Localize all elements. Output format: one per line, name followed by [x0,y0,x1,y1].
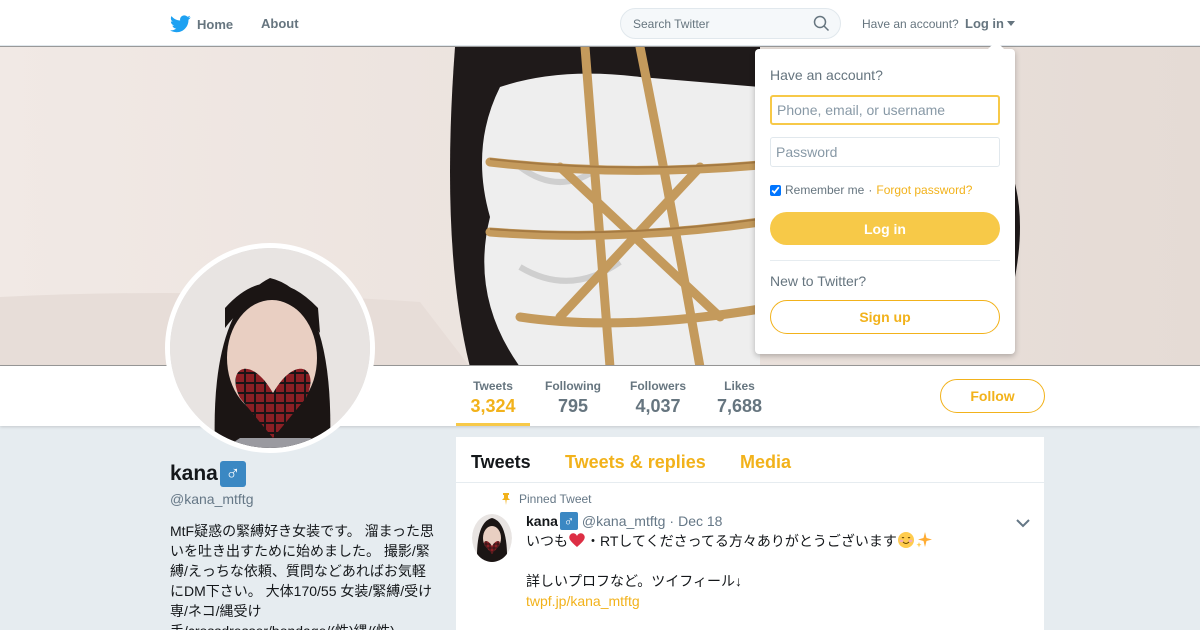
login-button[interactable]: Log in [770,212,1000,245]
timeline: Tweets Tweets & replies Media Pinned Twe… [456,437,1044,630]
stat-value: 7,688 [716,396,763,416]
stat-value: 795 [557,396,589,416]
tweet-text-segment: ・RTしてくださってる方々ありがとうございます [586,533,897,549]
profile-name-text: kana [170,462,218,485]
profile-avatar[interactable] [165,243,375,453]
tweet-timestamp[interactable]: Dec 18 [678,513,722,529]
tweet-author-name-text: kana [526,513,558,529]
nav-about-link[interactable]: About [261,16,299,31]
have-account-text: Have an account? [862,17,959,31]
tweet-author-name[interactable]: kana ♂ [526,512,578,530]
profile-handle[interactable]: @kana_mtftg [170,491,253,507]
tweet-line-2: 詳しいプロフなど。ツイフィール↓ [526,573,743,589]
forgot-password-link[interactable]: Forgot password? [876,183,972,197]
pinned-tweet-context: Pinned Tweet [501,492,592,506]
stat-value: 3,324 [470,396,516,416]
remember-me-label[interactable]: Remember me [785,183,864,197]
pinned-label: Pinned Tweet [519,492,592,506]
stat-label: Likes [724,379,755,393]
separator-dot: · [669,513,675,529]
sparkles-icon [916,532,932,548]
red-heart-icon [569,533,585,547]
avatar-image [170,248,370,448]
stat-label: Tweets [473,379,513,393]
stat-tweets[interactable]: Tweets 3,324 [456,366,530,426]
tweet-author-handle[interactable]: @kana_mtftg [582,513,665,529]
male-sign-icon: ♂ [559,512,578,530]
tab-media[interactable]: Media [740,452,791,473]
login-toggle-label: Log in [965,16,1004,31]
timeline-tabs: Tweets Tweets & replies Media [456,437,1044,483]
stat-followers[interactable]: Followers 4,037 [626,366,690,426]
password-field[interactable] [770,137,1000,167]
new-to-twitter-text: New to Twitter? [770,273,867,289]
nav-home-label: Home [197,16,234,32]
caret-down-icon [1007,21,1015,26]
chevron-down-icon[interactable] [1016,515,1030,533]
dropdown-title: Have an account? [770,67,883,83]
twitter-bird-icon [170,15,191,33]
tab-tweets[interactable]: Tweets [471,452,531,473]
nav-home-link[interactable]: Home [170,13,233,35]
profile-name[interactable]: kana ♂ [170,461,246,487]
smiling-face-icon [897,532,914,548]
tweet-avatar[interactable] [472,514,512,562]
search-input[interactable] [633,9,803,38]
tweet-header: kana ♂ @kana_mtftg · Dec 18 [526,512,722,530]
divider [770,260,1000,261]
tweet-text: いつも ・RTしてくださってる方々ありがとうございます 詳しいプロフなど。ツイフィ… [526,531,1006,611]
stat-following[interactable]: Following 795 [540,366,606,426]
search-box [620,8,841,39]
follow-button[interactable]: Follow [940,379,1045,413]
stat-label: Followers [629,379,686,393]
login-dropdown-toggle[interactable]: Log in [965,16,1015,31]
magnifier-icon[interactable] [813,15,830,37]
pin-icon [502,493,510,505]
remember-me-checkbox[interactable] [770,184,781,196]
username-field[interactable] [770,95,1000,125]
top-navigation-bar: Home About Have an account? Log in [0,0,1200,46]
stat-value: 4,037 [635,396,681,416]
male-sign-icon: ♂ [219,461,246,487]
signup-button[interactable]: Sign up [770,300,1000,334]
separator-dot: · [868,183,873,197]
tweet-text-segment: いつも [526,533,568,549]
tweet-line-1: いつも ・RTしてくださってる方々ありがとうございます [526,531,1006,551]
remember-me-row: Remember me · Forgot password? [770,183,972,197]
tweet-link[interactable]: twpf.jp/kana_mtftg [526,591,1006,611]
stat-label: Following [545,379,601,393]
tab-tweets-replies[interactable]: Tweets & replies [565,452,706,473]
login-dropdown: Have an account? Remember me · Forgot pa… [755,41,1015,354]
profile-bio: MtF疑惑の緊縛好き女装です。 溜まった思いを吐き出すために始めました。 撮影/… [170,523,435,630]
stat-likes[interactable]: Likes 7,688 [712,366,767,426]
